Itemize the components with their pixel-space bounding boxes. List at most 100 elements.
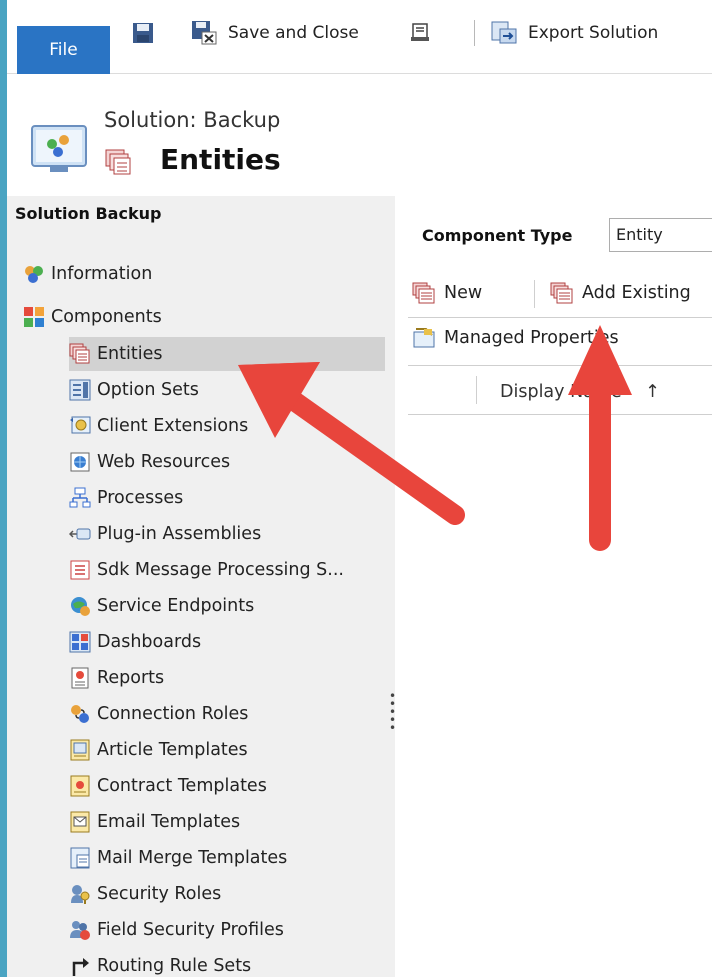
toolbar-separator [534, 280, 535, 308]
sidebar-item-reports[interactable]: Reports [69, 661, 164, 695]
sidebar-item-label: Components [51, 307, 162, 327]
sidebar-item-label: Service Endpoints [97, 596, 255, 616]
sidebar-item-label: Sdk Message Processing S... [97, 560, 344, 580]
sidebar-item-label: Client Extensions [97, 416, 249, 436]
option-sets-icon [69, 379, 91, 401]
new-label: New [444, 283, 483, 303]
sidebar-item-label: Web Resources [97, 452, 231, 472]
sidebar-item-plugin-assemblies[interactable]: Plug-in Assemblies [69, 517, 261, 551]
sidebar-item-label: Processes [97, 488, 184, 508]
sidebar: Solution Backup Information Components E… [7, 196, 396, 977]
dashboards-icon [69, 631, 91, 653]
sort-ascending-icon: ↑ [645, 382, 660, 402]
save-and-close-button[interactable]: Save and Close [190, 18, 359, 48]
export-icon [491, 21, 517, 44]
save-and-close-label: Save and Close [228, 23, 359, 43]
sidebar-item-entities[interactable]: Entities [69, 337, 385, 371]
sidebar-item-service-endpoints[interactable]: Service Endpoints [69, 589, 254, 623]
sidebar-item-option-sets[interactable]: Option Sets [69, 373, 199, 407]
sidebar-item-label: Reports [97, 668, 165, 688]
new-entity-icon [412, 282, 435, 304]
managed-properties-icon [413, 328, 435, 348]
solution-icon [31, 125, 87, 172]
sidebar-item-client-extensions[interactable]: Client Extensions [69, 409, 248, 443]
add-existing-icon [550, 282, 573, 304]
plugin-assemblies-icon [69, 528, 91, 540]
reports-icon [71, 667, 89, 689]
sidebar-item-processes[interactable]: Processes [69, 481, 183, 515]
page-title: Entities [160, 143, 281, 176]
export-solution-label: Export Solution [528, 23, 659, 43]
sidebar-item-label: Field Security Profiles [97, 920, 284, 940]
column-separator [476, 376, 477, 404]
export-solution-button[interactable]: Export Solution [490, 18, 658, 48]
sidebar-item-routing-rule-sets[interactable]: Routing Rule Sets [69, 949, 251, 977]
article-templates-icon [70, 739, 90, 761]
component-type-label: Component Type [422, 226, 573, 245]
components-icon [24, 307, 44, 327]
splitter-handle[interactable]: • • • • • [389, 690, 396, 734]
ribbon-toolbar: File Save and Close Export Solution [7, 0, 712, 74]
display-name-label: Display Name [500, 382, 622, 402]
save-button[interactable] [132, 18, 154, 48]
file-button[interactable]: File [17, 26, 110, 74]
sidebar-item-article-templates[interactable]: Article Templates [69, 733, 248, 767]
sidebar-item-label: Option Sets [97, 380, 199, 400]
sidebar-item-mail-merge-templates[interactable]: Mail Merge Templates [69, 841, 287, 875]
grid-top-border [408, 365, 712, 366]
contract-templates-icon [70, 775, 90, 797]
client-extensions-icon [70, 416, 91, 434]
entity-icon [105, 149, 131, 175]
sidebar-item-label: Security Roles [97, 884, 222, 904]
add-existing-button[interactable]: Add Existing [550, 277, 691, 309]
web-resources-icon [70, 452, 90, 472]
save-close-icon [192, 21, 217, 45]
sidebar-item-sdk-message-processing[interactable]: Sdk Message Processing S... [69, 553, 344, 587]
deactivate-button[interactable] [409, 18, 431, 48]
sidebar-item-web-resources[interactable]: Web Resources [69, 445, 230, 479]
window-edge [0, 0, 7, 977]
information-icon [25, 266, 43, 283]
field-security-icon [70, 921, 90, 940]
sidebar-item-label: Information [51, 264, 153, 284]
managed-properties-button[interactable]: Managed Properties [412, 322, 619, 354]
sidebar-item-label: Routing Rule Sets [97, 956, 252, 976]
sidebar-item-label: Connection Roles [97, 704, 249, 724]
sidebar-item-email-templates[interactable]: Email Templates [69, 805, 240, 839]
display-name-column-header[interactable]: Display Name ↑ [500, 382, 660, 402]
grid-header-border [408, 414, 712, 415]
connection-roles-icon [71, 705, 89, 723]
sidebar-item-dashboards[interactable]: Dashboards [69, 625, 201, 659]
security-roles-icon [71, 885, 90, 904]
sidebar-item-information[interactable]: Information [23, 257, 152, 291]
sidebar-title: Solution Backup [15, 204, 162, 223]
sdk-message-icon [70, 560, 90, 580]
sidebar-item-label: Dashboards [97, 632, 202, 652]
save-icon [133, 23, 153, 43]
sidebar-item-label: Entities [97, 344, 163, 364]
sidebar-item-security-roles[interactable]: Security Roles [69, 877, 221, 911]
service-endpoints-icon [71, 597, 90, 616]
sidebar-item-components[interactable]: Components [23, 300, 162, 334]
toolbar-divider [408, 317, 712, 318]
mail-merge-icon [70, 847, 90, 869]
managed-properties-label: Managed Properties [444, 328, 619, 348]
entity-icon [69, 343, 90, 364]
sidebar-item-field-security-profiles[interactable]: Field Security Profiles [69, 913, 284, 947]
add-existing-label: Add Existing [582, 283, 691, 303]
email-templates-icon [70, 811, 90, 833]
solution-name: Solution: Backup [104, 108, 281, 132]
processes-icon [69, 487, 91, 508]
sidebar-item-contract-templates[interactable]: Contract Templates [69, 769, 267, 803]
sidebar-item-label: Email Templates [97, 812, 241, 832]
new-button[interactable]: New [412, 277, 482, 309]
sidebar-item-connection-roles[interactable]: Connection Roles [69, 697, 248, 731]
print-icon [411, 23, 429, 41]
sidebar-item-label: Article Templates [97, 740, 248, 760]
component-type-select[interactable]: Entity [609, 218, 712, 252]
sidebar-item-label: Mail Merge Templates [97, 848, 288, 868]
sidebar-item-label: Plug-in Assemblies [97, 524, 262, 544]
sidebar-item-label: Contract Templates [97, 776, 267, 796]
main-pane: Component Type Entity New Add Existing M… [395, 196, 712, 977]
routing-rule-icon [72, 958, 89, 976]
